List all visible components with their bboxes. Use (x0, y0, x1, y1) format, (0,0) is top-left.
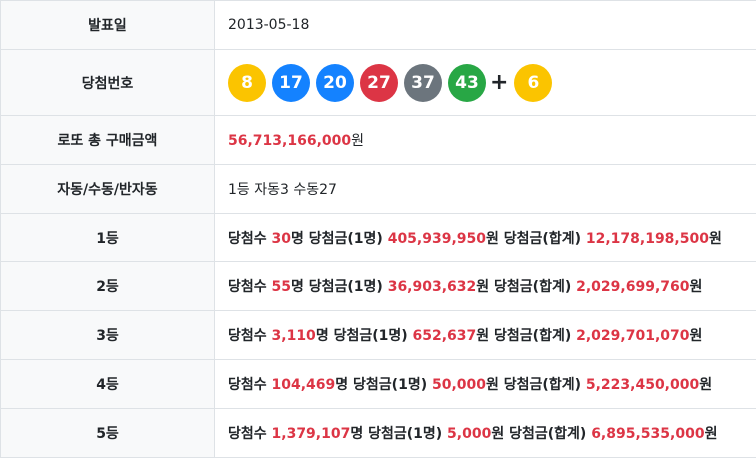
plus-sign: + (490, 70, 508, 95)
won-unit: 원 (486, 231, 499, 247)
ball-2: 17 (272, 64, 310, 102)
winners-text: 당첨수 (228, 279, 267, 295)
won-unit: 원 (486, 377, 499, 393)
rank-detail: 당첨수 55명 당첨금(1명) 36,903,632원 당첨금(합계) 2,02… (215, 262, 756, 311)
rank-label: 2등 (1, 262, 215, 311)
winners-text: 당첨수 (228, 377, 267, 393)
person-unit: 명 (316, 328, 329, 344)
rank-row: 2등 당첨수 55명 당첨금(1명) 36,903,632원 당첨금(합계) 2… (1, 262, 756, 311)
rank-detail: 당첨수 3,110명 당첨금(1명) 652,637원 당첨금(합계) 2,02… (215, 311, 756, 360)
prize-each-text: 당첨금(1명) (334, 328, 408, 344)
winners-count: 30 (272, 231, 291, 247)
prize-each-text: 당첨금(1명) (309, 279, 383, 295)
winners-text: 당첨수 (228, 426, 267, 442)
winners-text: 당첨수 (228, 231, 267, 247)
person-unit: 명 (350, 426, 363, 442)
rank-row: 4등 당첨수 104,469명 당첨금(1명) 50,000원 당첨금(합계) … (1, 360, 756, 409)
won-unit: 원 (690, 279, 703, 295)
rank-detail: 당첨수 1,379,107명 당첨금(1명) 5,000원 당첨금(합계) 6,… (215, 409, 756, 458)
prize-each-amount: 36,903,632 (388, 279, 477, 295)
rank-row: 3등 당첨수 3,110명 당첨금(1명) 652,637원 당첨금(합계) 2… (1, 311, 756, 360)
ball-4: 27 (360, 64, 398, 102)
prize-total-amount: 2,029,701,070 (576, 328, 689, 344)
rank-label: 3등 (1, 311, 215, 360)
lotto-result-table: 발표일 2013-05-18 당첨번호 81720273743+6 로또 총 구… (0, 0, 756, 458)
rank-label: 1등 (1, 214, 215, 262)
won-unit: 원 (491, 426, 504, 442)
winners-count: 3,110 (272, 328, 316, 344)
total-amount: 56,713,166,000 (228, 133, 351, 149)
person-unit: 명 (335, 377, 348, 393)
rank-row: 1등 당첨수 30명 당첨금(1명) 405,939,950원 당첨금(합계) … (1, 214, 756, 262)
date-value: 2013-05-18 (215, 1, 756, 50)
person-unit: 명 (291, 279, 304, 295)
auto-label: 자동/수동/반자동 (1, 165, 215, 214)
auto-value: 1등 자동3 수동27 (215, 165, 756, 214)
total-label: 로또 총 구매금액 (1, 116, 215, 165)
winners-count: 104,469 (272, 377, 336, 393)
prize-each-text: 당첨금(1명) (353, 377, 427, 393)
auto-row: 자동/수동/반자동 1등 자동3 수동27 (1, 165, 756, 214)
prize-total-amount: 6,895,535,000 (591, 426, 704, 442)
won-unit: 원 (699, 377, 712, 393)
prize-total-text: 당첨금(합계) (504, 377, 581, 393)
ball-1: 8 (228, 64, 266, 102)
prize-total-amount: 5,223,450,000 (586, 377, 699, 393)
won-unit: 원 (709, 231, 722, 247)
prize-total-text: 당첨금(합계) (504, 231, 581, 247)
prize-each-text: 당첨금(1명) (368, 426, 442, 442)
prize-total-amount: 2,029,699,760 (576, 279, 689, 295)
person-unit: 명 (291, 231, 304, 247)
rank-label: 4등 (1, 360, 215, 409)
numbers-value: 81720273743+6 (215, 50, 756, 116)
winners-text: 당첨수 (228, 328, 267, 344)
numbers-label: 당첨번호 (1, 50, 215, 116)
numbers-row: 당첨번호 81720273743+6 (1, 50, 756, 116)
rank-detail: 당첨수 104,469명 당첨금(1명) 50,000원 당첨금(합계) 5,2… (215, 360, 756, 409)
rank-row: 5등 당첨수 1,379,107명 당첨금(1명) 5,000원 당첨금(합계)… (1, 409, 756, 458)
prize-each-text: 당첨금(1명) (309, 231, 383, 247)
prize-total-text: 당첨금(합계) (494, 328, 571, 344)
ball-3: 20 (316, 64, 354, 102)
prize-total-text: 당첨금(합계) (509, 426, 586, 442)
prize-each-amount: 652,637 (413, 328, 477, 344)
won-unit: 원 (690, 328, 703, 344)
ball-6: 43 (448, 64, 486, 102)
prize-each-amount: 50,000 (432, 377, 486, 393)
total-value: 56,713,166,000원 (215, 116, 756, 165)
rank-detail: 당첨수 30명 당첨금(1명) 405,939,950원 당첨금(합계) 12,… (215, 214, 756, 262)
date-label: 발표일 (1, 1, 215, 50)
winners-count: 1,379,107 (272, 426, 351, 442)
winners-count: 55 (272, 279, 291, 295)
bonus-ball: 6 (514, 64, 552, 102)
prize-total-text: 당첨금(합계) (494, 279, 571, 295)
won-unit: 원 (476, 328, 489, 344)
ball-5: 37 (404, 64, 442, 102)
prize-each-amount: 5,000 (447, 426, 491, 442)
rank-label: 5등 (1, 409, 215, 458)
prize-each-amount: 405,939,950 (388, 231, 486, 247)
won-unit: 원 (705, 426, 718, 442)
total-unit: 원 (351, 133, 364, 149)
prize-total-amount: 12,178,198,500 (586, 231, 709, 247)
date-row: 발표일 2013-05-18 (1, 1, 756, 50)
won-unit: 원 (476, 279, 489, 295)
total-row: 로또 총 구매금액 56,713,166,000원 (1, 116, 756, 165)
